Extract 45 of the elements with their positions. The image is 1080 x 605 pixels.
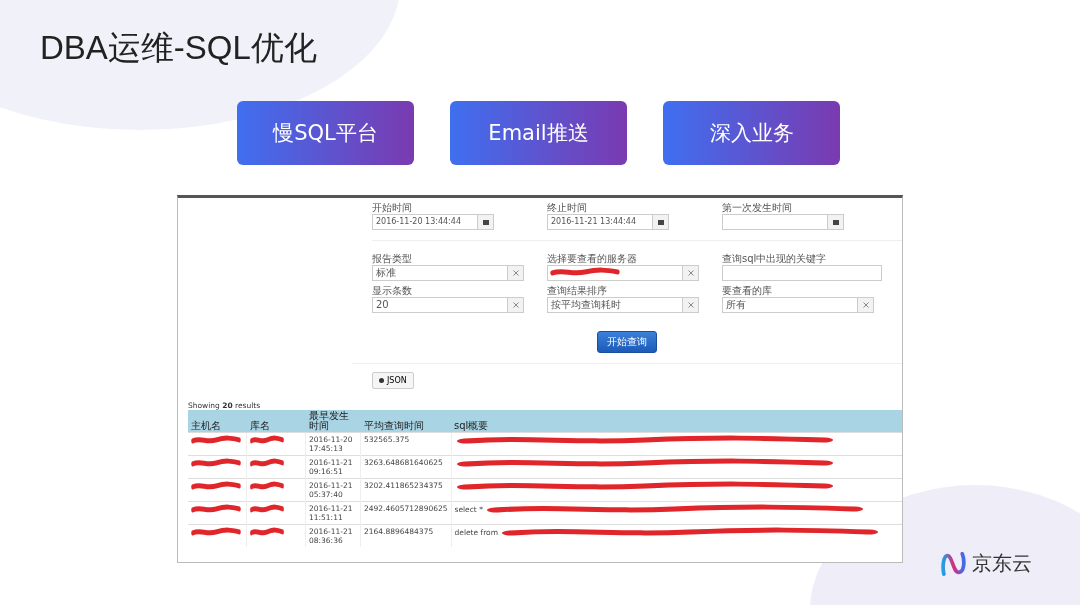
input-field[interactable]: [722, 214, 828, 230]
calendar-button[interactable]: [828, 214, 844, 230]
field-label: 查询结果排序: [547, 285, 608, 297]
input-field[interactable]: [547, 265, 683, 281]
field-label: 开始时间: [372, 202, 413, 214]
column-header: 最早发生时间: [305, 410, 361, 433]
column-header: sql概要: [451, 410, 902, 433]
column-header: 平均查询时间: [360, 410, 451, 433]
calendar-icon: [657, 219, 664, 225]
input-field[interactable]: 按平均查询耗时: [547, 297, 683, 313]
field-label: 查询sql中出现的关键字: [722, 253, 828, 265]
clear-button[interactable]: [683, 265, 699, 281]
query-button[interactable]: 开始查询: [597, 331, 657, 353]
input-field[interactable]: 所有: [722, 297, 858, 313]
calendar-button[interactable]: [653, 214, 669, 230]
slide-title: DBA运维-SQL优化: [40, 28, 318, 68]
column-header: 库名: [246, 410, 306, 433]
close-icon: [687, 302, 694, 308]
clear-button[interactable]: [508, 265, 524, 281]
input-field[interactable]: 20: [372, 297, 508, 313]
input-field[interactable]: [722, 265, 882, 281]
close-icon: [862, 302, 869, 308]
field-label: 显示条数: [372, 285, 413, 297]
logo-text: 京东云: [972, 550, 1032, 577]
column-header: 主机名: [188, 410, 247, 433]
field-label: 报告类型: [372, 253, 413, 265]
field-label: 选择要查看的服务器: [547, 253, 638, 265]
close-icon: [512, 302, 519, 308]
field-label: 第一次发生时间: [722, 202, 793, 214]
input-field[interactable]: 标准: [372, 265, 508, 281]
calendar-button[interactable]: [478, 214, 494, 230]
clear-button[interactable]: [508, 297, 524, 313]
input-field[interactable]: 2016-11-21 13:44:44: [547, 214, 653, 230]
clear-button[interactable]: [683, 297, 699, 313]
logo-icon: [940, 551, 968, 576]
input-field[interactable]: 2016-11-20 13:44:44: [372, 214, 478, 230]
close-icon: [512, 270, 519, 276]
field-label: 要查看的库: [722, 285, 773, 297]
json-button[interactable]: JSON: [372, 372, 414, 389]
circle-icon: [379, 378, 384, 383]
field-label: 终止时间: [547, 202, 588, 214]
calendar-icon: [482, 219, 489, 225]
calendar-icon: [832, 219, 839, 225]
clear-button[interactable]: [858, 297, 874, 313]
close-icon: [687, 270, 694, 276]
